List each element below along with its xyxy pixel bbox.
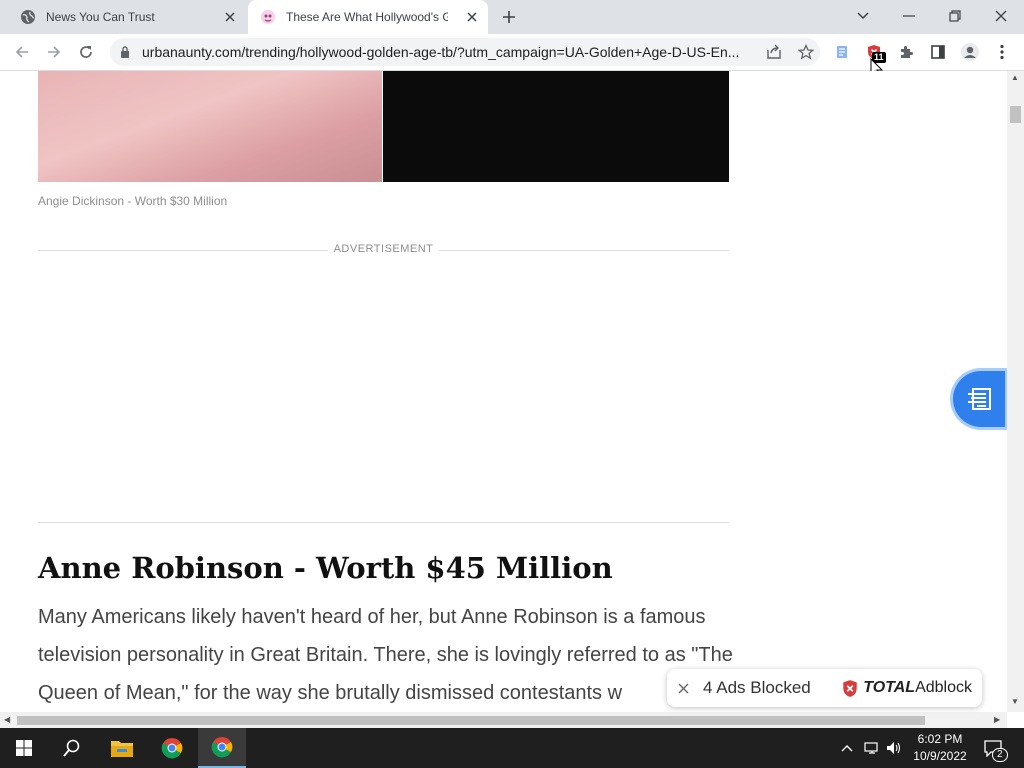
tab-title: These Are What Hollywood's Golden Age (286, 10, 448, 24)
profile-avatar-icon[interactable] (958, 40, 982, 64)
forward-arrow-icon[interactable] (42, 40, 66, 64)
tab-search-icon[interactable] (849, 4, 877, 28)
chrome-taskbar-icon[interactable] (148, 728, 196, 768)
tab-title: News You Can Trust (46, 10, 155, 24)
action-center-icon[interactable]: 2 (980, 728, 1008, 768)
back-arrow-icon[interactable] (10, 40, 34, 64)
globe-icon (20, 9, 36, 25)
adblock-notification: 4 Ads Blocked TOTAL Adblock (667, 669, 982, 707)
article-paragraph: Many Americans likely haven't heard of h… (38, 606, 733, 704)
shield-icon (843, 679, 857, 697)
windows-start-icon[interactable] (0, 728, 48, 768)
new-tab-button[interactable] (498, 6, 520, 28)
photo-caption: Angie Dickinson - Worth $30 Million (38, 194, 228, 208)
article-photo-right (383, 71, 729, 182)
share-icon[interactable] (766, 44, 782, 60)
translate-extension-icon[interactable] (830, 40, 854, 64)
close-tab-icon[interactable] (222, 9, 238, 25)
vertical-scroll-thumb[interactable] (1010, 106, 1021, 123)
show-hidden-icons-chevron-icon[interactable] (838, 728, 856, 768)
scroll-left-arrow-icon[interactable]: ◀ (4, 715, 10, 724)
tab-strip: News You Can Trust These Are What Hollyw… (0, 0, 1024, 34)
scroll-right-arrow-icon[interactable]: ▶ (994, 715, 1000, 724)
horizontal-scroll-thumb[interactable] (17, 716, 925, 725)
reader-list-icon (968, 388, 991, 410)
close-window-icon[interactable] (987, 4, 1015, 28)
reader-mode-button[interactable] (953, 371, 1005, 427)
article-photo-left (38, 71, 382, 182)
close-toast-icon[interactable] (676, 683, 690, 694)
clock-time: 6:02 PM (917, 732, 963, 746)
system-clock[interactable]: 6:02 PM 10/9/2022 (912, 731, 968, 765)
address-bar[interactable]: urbanaunty.com/trending/hollywood-golden… (110, 38, 820, 66)
network-icon[interactable] (862, 728, 882, 768)
lock-icon[interactable] (120, 45, 134, 59)
horizontal-scrollbar[interactable]: ◀ ▶ (0, 712, 1007, 728)
brand-total: TOTAL (863, 679, 916, 696)
reload-icon[interactable] (74, 40, 98, 64)
extensions-puzzle-icon[interactable] (894, 40, 918, 64)
tab-hollywood-golden-age[interactable]: These Are What Hollywood's Golden Age (248, 0, 488, 34)
page-viewport: Angie Dickinson - Worth $30 Million ADVE… (0, 71, 1007, 712)
side-panel-icon[interactable] (926, 40, 950, 64)
volume-icon[interactable] (884, 728, 904, 768)
url-text: urbanaunty.com/trending/hollywood-golden… (142, 44, 740, 60)
advertisement-bottom-divider (38, 522, 729, 523)
browser-menu-icon[interactable] (990, 40, 1014, 64)
advertisement-label: ADVERTISEMENT (327, 243, 440, 255)
section-heading: Anne Robinson - Worth $45 Million (38, 551, 613, 585)
brand-adblock: Adblock (915, 679, 972, 696)
restore-window-icon[interactable] (941, 4, 969, 28)
ads-blocked-count: 4 Ads Blocked (703, 678, 811, 697)
scroll-up-arrow-icon[interactable]: ▲ (1011, 73, 1019, 82)
tab-news-you-can-trust[interactable]: News You Can Trust (8, 0, 246, 34)
total-adblock-logo: TOTAL Adblock (841, 679, 972, 698)
vertical-scrollbar[interactable]: ▲ ▼ (1007, 71, 1024, 712)
minimize-window-icon[interactable] (895, 4, 923, 28)
advertisement-divider: ADVERTISEMENT (38, 243, 729, 257)
close-tab-icon[interactable] (464, 9, 480, 25)
windows-taskbar: 6:02 PM 10/9/2022 2 (0, 728, 1024, 768)
scroll-down-arrow-icon[interactable]: ▼ (1011, 697, 1019, 706)
bookmark-star-icon[interactable] (798, 44, 814, 60)
clock-date: 10/9/2022 (913, 749, 967, 763)
taskbar-search-icon[interactable] (48, 728, 96, 768)
urbanaunty-favicon-icon (260, 9, 276, 25)
file-explorer-icon[interactable] (98, 728, 146, 768)
chrome-active-taskbar-icon[interactable] (198, 728, 246, 768)
notification-count-badge: 2 (992, 748, 1008, 762)
